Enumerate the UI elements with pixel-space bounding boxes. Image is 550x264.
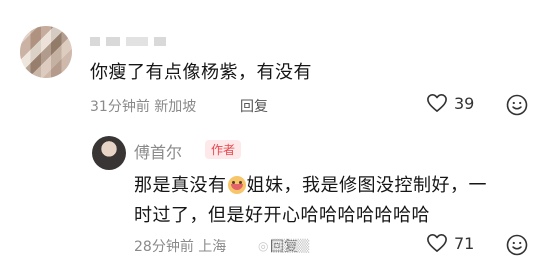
reply-text-line1: 那是真没有 姐妹，我是修图没控制好，一 bbox=[134, 171, 487, 197]
reply-text-part1: 那是真没有 bbox=[134, 175, 227, 196]
comment-like-count: 39 bbox=[454, 93, 475, 113]
comment-location: 新加坡 bbox=[154, 99, 197, 115]
author-name[interactable]: 傅首尔 bbox=[134, 139, 182, 163]
reply-time: 28分钟前 bbox=[134, 239, 194, 255]
commenter-avatar[interactable] bbox=[20, 26, 72, 78]
comment-reply-button[interactable]: 回复 bbox=[240, 96, 268, 116]
comment-text: 你瘦了有点像杨紫，有没有 bbox=[90, 62, 312, 83]
comment-time: 31分钟前 bbox=[90, 99, 150, 115]
reply-like-count: 71 bbox=[454, 233, 475, 253]
watermark-overlay: ◎ ▒▒▒▒ bbox=[258, 239, 310, 253]
reply-text-line2: 时过了，但是好开心哈哈哈哈哈哈哈 bbox=[134, 205, 430, 226]
reply-location: 上海 bbox=[198, 239, 227, 255]
author-avatar[interactable] bbox=[92, 136, 126, 170]
comment-emoji-reaction-icon[interactable] bbox=[506, 94, 528, 116]
author-badge: 作者 bbox=[205, 140, 242, 159]
heart-outline-icon bbox=[427, 94, 447, 112]
reply-text-part2: 姐妹，我是修图没控制好，一 bbox=[246, 175, 487, 196]
reply-emoji-reaction-icon[interactable] bbox=[506, 234, 528, 256]
comment-like-button[interactable]: 39 bbox=[426, 93, 474, 113]
reply-meta: 28分钟前 上海 bbox=[134, 236, 226, 256]
reply-like-button[interactable]: 71 bbox=[426, 233, 474, 253]
comment-meta: 31分钟前 新加坡 bbox=[90, 96, 196, 116]
heart-outline-icon bbox=[427, 234, 447, 252]
commenter-username-blurred[interactable] bbox=[90, 34, 180, 48]
laugh-cry-emoji-icon bbox=[227, 176, 246, 194]
